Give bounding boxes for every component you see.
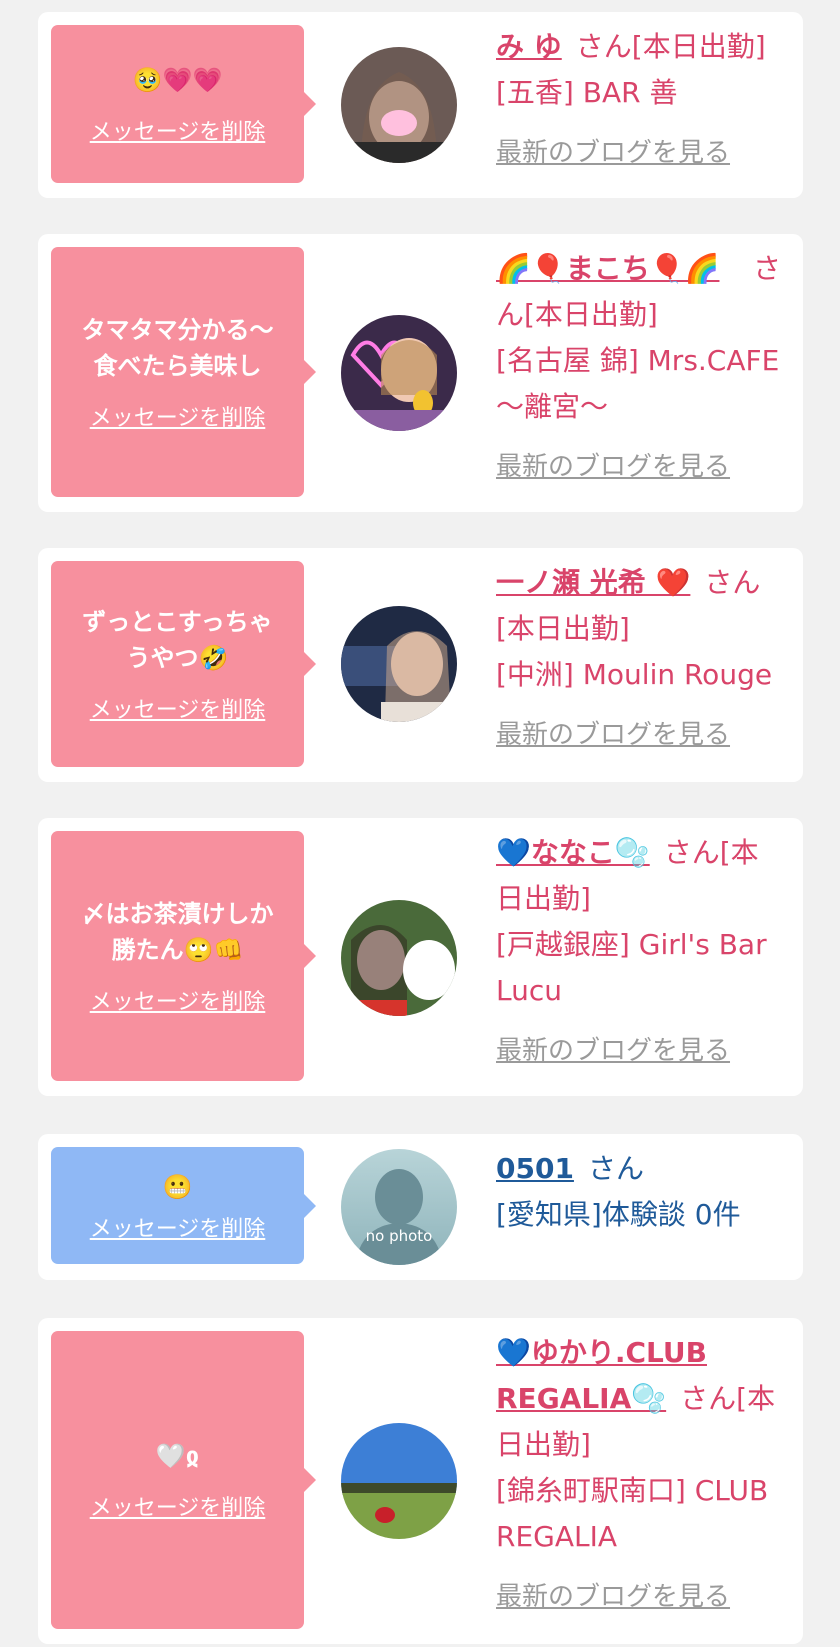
honorific: さ [752, 252, 781, 285]
avatar[interactable] [341, 900, 457, 1016]
photo-avatar-icon [341, 900, 457, 1016]
status-text: 日出勤] [496, 882, 591, 915]
user-info: 🌈🎈まこち🎈🌈 さ ん[本日出勤] [名古屋 錦] Mrs.CAFE 〜離宮〜 最… [496, 246, 781, 490]
user-info: み ゆさん[本日出勤] [五香] BAR 善 最新のブログを見る [496, 24, 781, 176]
delete-message-link[interactable]: メッセージを削除 [90, 692, 266, 724]
latest-blog-link[interactable]: 最新のブログを見る [496, 1574, 781, 1620]
honorific: さん[本 [680, 1382, 776, 1415]
shop-text: [中洲] Moulin Rouge [496, 658, 773, 691]
user-info: 一ノ瀬 光希 ❤️ さん [本日出勤] [中洲] Moulin Rouge 最新の… [496, 560, 781, 758]
delete-message-link[interactable]: メッセージを削除 [90, 400, 266, 432]
honorific: さん [704, 566, 761, 599]
delete-message-link[interactable]: メッセージを削除 [90, 984, 266, 1016]
shop-text-line2: REGALIA [496, 1520, 618, 1553]
message-bubble: タマタマ分かる〜 食べたら美味し メッセージを削除 [51, 247, 316, 497]
message-bubble: 😬 メッセージを削除 [51, 1147, 316, 1264]
avatar[interactable] [341, 315, 457, 431]
person-silhouette-icon: no photo [341, 1149, 457, 1265]
message-card: ずっとこすっちゃ うやつ🤣 メッセージを削除 一ノ瀬 光希 ❤️ さん [本日出勤… [38, 548, 803, 782]
avatar[interactable] [341, 606, 457, 722]
honorific: さん[本 [663, 836, 759, 869]
photo-avatar-icon [341, 315, 457, 431]
user-info: 💙ゆかり.CLUB REGALIA🫧 さん[本 日出勤] [錦糸町駅南口] CLU… [496, 1330, 781, 1620]
message-card: タマタマ分かる〜 食べたら美味し メッセージを削除 🌈🎈まこち🎈🌈 さ ん[本日出… [38, 234, 803, 512]
message-card: 😬 メッセージを削除 no photo 0501 さん [愛知県]体験談 0件 [38, 1134, 803, 1280]
status-text: 日出勤] [496, 1428, 591, 1461]
message-card: 🤍ჲ メッセージを削除 💙ゆかり.CLUB REGALIA🫧 さん[本 日出勤] … [38, 1318, 803, 1644]
avatar[interactable] [341, 47, 457, 163]
user-name-link[interactable]: 💙ゆかり.CLUB [496, 1336, 707, 1369]
honorific: さん [575, 30, 632, 63]
photo-avatar-icon [341, 47, 457, 163]
avatar[interactable] [341, 1423, 457, 1539]
no-photo-label: no photo [366, 1227, 433, 1245]
avatar[interactable]: no photo [341, 1149, 457, 1265]
user-name-link-line2[interactable]: REGALIA🫧 [496, 1382, 666, 1415]
photo-avatar-icon [341, 1423, 457, 1539]
shop-text: [名古屋 錦] Mrs.CAFE [496, 344, 780, 377]
message-bubble: 🥹💗💗 メッセージを削除 [51, 25, 316, 183]
message-bubble: 🤍ჲ メッセージを削除 [51, 1331, 316, 1629]
message-text: 😬 [162, 1172, 193, 1201]
user-name-link[interactable]: み ゆ [496, 30, 562, 63]
shop-text-line2: Lucu [496, 974, 562, 1007]
latest-blog-link[interactable]: 最新のブログを見る [496, 1028, 781, 1074]
status-text: [本日出勤] [631, 30, 766, 63]
message-card: 🥹💗💗 メッセージを削除 み ゆさん[本日出勤] [五香] BAR 善 最新のブ… [38, 12, 803, 198]
shop-text-line2: 〜離宮〜 [496, 390, 609, 423]
shop-text: [錦糸町駅南口] CLUB [496, 1474, 769, 1507]
message-bubble: 〆はお茶漬けしか 勝たん🙄👊 メッセージを削除 [51, 831, 316, 1081]
user-info: 0501 さん [愛知県]体験談 0件 [496, 1146, 781, 1238]
latest-blog-link[interactable]: 最新のブログを見る [496, 130, 781, 176]
user-name-link[interactable]: 🌈🎈まこち🎈🌈 [496, 252, 719, 285]
honorific: さん [587, 1152, 644, 1185]
message-text: 🥹💗💗 [132, 66, 223, 94]
photo-avatar-icon [341, 606, 457, 722]
delete-message-link[interactable]: メッセージを削除 [90, 114, 266, 146]
message-bubble: ずっとこすっちゃ うやつ🤣 メッセージを削除 [51, 561, 316, 767]
status-text: ん[本日出勤] [496, 298, 658, 331]
status-text: [本日出勤] [496, 612, 630, 645]
message-text: 〆はお茶漬けしか 勝たん🙄👊 [81, 900, 274, 964]
user-name-link[interactable]: 0501 [496, 1152, 574, 1185]
message-text: 🤍ჲ [155, 1442, 200, 1470]
message-text: タマタマ分かる〜 食べたら美味し [81, 316, 274, 380]
region-text: [愛知県]体験談 0件 [496, 1198, 741, 1231]
message-card: 〆はお茶漬けしか 勝たん🙄👊 メッセージを削除 💙ななこ🫧 さん[本 日出勤] [… [38, 818, 803, 1096]
latest-blog-link[interactable]: 最新のブログを見る [496, 712, 781, 758]
user-name-link[interactable]: 💙ななこ🫧 [496, 836, 650, 869]
message-text: ずっとこすっちゃ うやつ🤣 [82, 608, 273, 672]
latest-blog-link[interactable]: 最新のブログを見る [496, 444, 781, 490]
user-name-link[interactable]: 一ノ瀬 光希 ❤️ [496, 566, 690, 599]
delete-message-link[interactable]: メッセージを削除 [90, 1211, 266, 1243]
shop-text: [戸越銀座] Girl's Bar [496, 928, 767, 961]
user-info: 💙ななこ🫧 さん[本 日出勤] [戸越銀座] Girl's Bar Lucu 最新… [496, 830, 781, 1074]
shop-text: [五香] BAR 善 [496, 76, 678, 109]
delete-message-link[interactable]: メッセージを削除 [90, 1490, 266, 1522]
